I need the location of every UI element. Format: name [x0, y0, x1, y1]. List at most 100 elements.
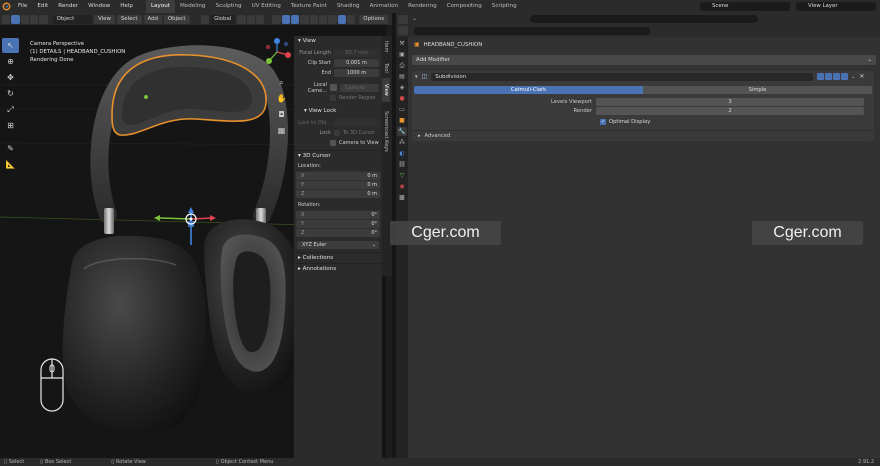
- menu-help[interactable]: Help: [115, 0, 138, 13]
- tab-shading[interactable]: Shading: [332, 0, 365, 13]
- local-camera-field[interactable]: Camera: [340, 83, 379, 92]
- overlay-icon[interactable]: [290, 14, 300, 24]
- rotate-tool-icon[interactable]: ↻: [2, 86, 19, 101]
- gizmo-icon[interactable]: [281, 14, 290, 24]
- object-mode-dropdown[interactable]: Object Mode: [52, 14, 93, 31]
- material-tab-icon[interactable]: ◉: [397, 182, 407, 191]
- properties-search-input[interactable]: [414, 26, 650, 35]
- output-tab-icon[interactable]: ⎙: [397, 61, 407, 70]
- object-tab-icon[interactable]: ■: [397, 116, 407, 125]
- select-invert-icon[interactable]: [39, 14, 48, 24]
- rotation-mode-dropdown[interactable]: XYZ Euler ⌄: [297, 240, 379, 249]
- scale-tool-icon[interactable]: ⤢: [2, 102, 19, 117]
- clip-end-field[interactable]: 1000 m: [334, 68, 379, 77]
- constraints-tab-icon[interactable]: ⛓: [397, 160, 407, 169]
- properties-editor-icon[interactable]: [398, 26, 408, 35]
- proportional-edit-icon[interactable]: [246, 14, 255, 24]
- menu-object[interactable]: Object: [163, 14, 190, 24]
- tab-texture-paint[interactable]: Texture Paint: [286, 0, 332, 13]
- menu-edit[interactable]: Edit: [32, 0, 53, 13]
- select-tool-icon[interactable]: ↖: [2, 38, 19, 53]
- tab-layout[interactable]: Layout: [145, 0, 175, 13]
- select-extend-icon[interactable]: [20, 14, 29, 24]
- shading-options-icon[interactable]: [346, 14, 356, 24]
- local-camera-checkbox[interactable]: [330, 84, 337, 91]
- physics-tab-icon[interactable]: ◐: [397, 149, 407, 158]
- collections-section-header[interactable]: ▸ Collections: [294, 253, 382, 264]
- clip-start-field[interactable]: 0.001 m: [334, 58, 379, 67]
- tab-compositing[interactable]: Compositing: [442, 0, 487, 13]
- annotations-section-header[interactable]: ▸ Annotations: [294, 264, 382, 275]
- rotation-y-field[interactable]: Y 0°: [296, 219, 380, 228]
- select-mode-icon[interactable]: [11, 14, 20, 24]
- location-z-field[interactable]: Z 0 m: [296, 189, 380, 198]
- tab-animation[interactable]: Animation: [365, 0, 404, 13]
- shading-solid-icon[interactable]: [318, 14, 328, 24]
- visibility-icon[interactable]: [272, 14, 281, 24]
- snap-icon[interactable]: [237, 14, 246, 24]
- select-subtract-icon[interactable]: [29, 14, 39, 24]
- scene-selector[interactable]: Scene: [700, 2, 790, 11]
- world-tab-icon[interactable]: ●: [397, 94, 407, 103]
- measure-tool-icon[interactable]: 📐: [2, 157, 19, 172]
- data-tab-icon[interactable]: ▽: [397, 171, 407, 180]
- menu-view[interactable]: View: [94, 14, 115, 24]
- transform-orientation-dropdown[interactable]: Global: [210, 14, 236, 24]
- options-dropdown[interactable]: Options: [359, 14, 389, 24]
- shading-wireframe-icon[interactable]: [309, 14, 318, 24]
- focal-length-field[interactable]: 50.7 mm: [334, 48, 379, 57]
- editor-type-icon[interactable]: [2, 14, 11, 24]
- shading-material-icon[interactable]: [328, 14, 337, 24]
- view-section-header[interactable]: ▾ View: [294, 36, 382, 47]
- tab-item[interactable]: Item: [382, 36, 390, 58]
- camera-to-view-checkbox[interactable]: [330, 139, 336, 146]
- collection-tab-icon[interactable]: ▭: [397, 105, 407, 114]
- simple-button[interactable]: Simple: [643, 85, 872, 94]
- tab-uv-editing[interactable]: UV Editing: [247, 0, 286, 13]
- modifier-tab-icon[interactable]: 🔧: [397, 127, 407, 136]
- tab-modeling[interactable]: Modeling: [175, 0, 210, 13]
- render-toggle-icon[interactable]: [841, 73, 849, 80]
- levels-viewport-field[interactable]: 3: [596, 97, 864, 106]
- move-tool-icon[interactable]: ✥: [2, 70, 19, 85]
- editor-type-icon[interactable]: [398, 14, 408, 24]
- menu-select[interactable]: Select: [116, 14, 142, 24]
- menu-window[interactable]: Window: [83, 0, 115, 13]
- shading-rendered-icon[interactable]: [337, 14, 346, 24]
- tab-scripting[interactable]: Scripting: [487, 0, 522, 13]
- rotation-z-field[interactable]: Z 0°: [296, 228, 380, 237]
- view-layer-selector[interactable]: View Layer: [796, 2, 876, 11]
- menu-render[interactable]: Render: [53, 0, 83, 13]
- navigation-gizmo[interactable]: [262, 37, 292, 67]
- modifier-name-field[interactable]: Subdivision: [431, 72, 814, 81]
- falloff-icon[interactable]: [255, 14, 265, 24]
- edit-mode-toggle-icon[interactable]: [817, 73, 825, 80]
- perspective-toggle-icon[interactable]: ▦: [276, 126, 287, 137]
- view-layer-tab-icon[interactable]: ▤: [397, 72, 407, 81]
- advanced-section-header[interactable]: ▸ Advanced: [412, 130, 874, 140]
- menu-file[interactable]: File: [13, 0, 32, 13]
- optimal-display-checkbox[interactable]: ✓: [600, 119, 606, 125]
- tab-sculpting[interactable]: Sculpting: [210, 0, 246, 13]
- camera-view-icon[interactable]: ◘: [276, 110, 287, 121]
- view-layer-field[interactable]: View Layer: [796, 2, 876, 11]
- location-x-field[interactable]: X 0 m: [296, 171, 380, 180]
- render-region-checkbox[interactable]: [330, 94, 336, 101]
- tab-tool[interactable]: Tool: [382, 58, 390, 78]
- view-lock-section-header[interactable]: ▾ View Lock: [294, 106, 382, 117]
- scene-tab-icon[interactable]: ◈: [397, 83, 407, 92]
- blender-logo-icon[interactable]: [0, 0, 13, 13]
- pan-icon[interactable]: ✋: [276, 94, 287, 105]
- outliner-search-input[interactable]: [530, 15, 758, 23]
- cursor-tool-icon[interactable]: ⊕: [2, 54, 19, 69]
- scene-field[interactable]: Scene: [700, 2, 790, 11]
- transform-tool-icon[interactable]: ⊞: [2, 118, 19, 133]
- rotation-x-field[interactable]: X 0°: [296, 210, 380, 219]
- tab-screencast-keys[interactable]: Screencast Keys: [382, 102, 390, 160]
- cage-toggle-icon[interactable]: [825, 73, 833, 80]
- collapse-arrow-icon[interactable]: ▾: [415, 74, 418, 80]
- close-icon[interactable]: ✕: [859, 73, 864, 80]
- texture-tab-icon[interactable]: ▩: [397, 193, 407, 202]
- catmull-clark-button[interactable]: Catmull-Clark: [414, 85, 643, 94]
- transform-pivot-icon[interactable]: [200, 14, 210, 24]
